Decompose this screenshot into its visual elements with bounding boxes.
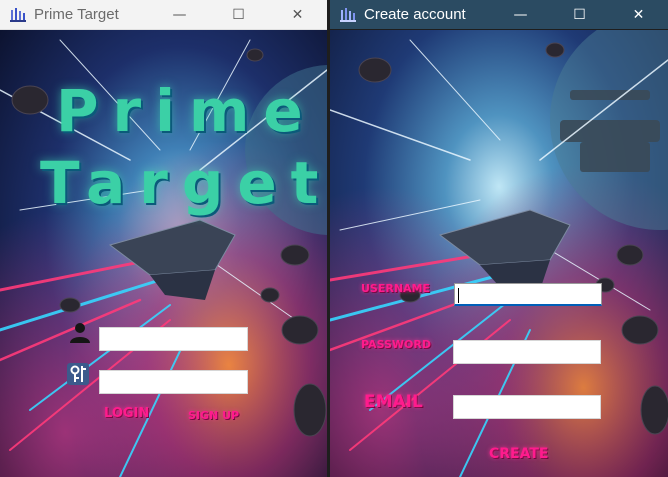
text-cursor — [458, 288, 459, 303]
space-background: USERNAME PASSWORD EMAIL CREATE — [330, 30, 668, 477]
key-icon — [67, 363, 89, 385]
username-label: USERNAME — [361, 282, 431, 295]
maximize-icon: ☐ — [232, 6, 245, 23]
close-button[interactable]: ✕ — [609, 0, 668, 29]
maximize-button[interactable]: ☐ — [550, 0, 609, 29]
email-field[interactable] — [453, 395, 601, 419]
window-title: Create account — [364, 6, 466, 23]
game-title-line1: Prime — [56, 77, 317, 145]
window-title: Prime Target — [34, 6, 119, 23]
minimize-icon: — — [172, 6, 187, 23]
minimize-button[interactable]: — — [491, 0, 550, 29]
app-icon — [340, 7, 356, 22]
title-bar[interactable]: Prime Target — ☐ ✕ — [0, 0, 327, 30]
game-title-line2: Target — [40, 149, 327, 217]
close-icon: ✕ — [291, 6, 304, 23]
new-password-field[interactable] — [453, 340, 601, 364]
email-label: EMAIL — [364, 392, 423, 412]
password-label: PASSWORD — [361, 338, 432, 351]
app-icon — [10, 7, 26, 22]
maximize-button[interactable]: ☐ — [209, 0, 268, 29]
username-field[interactable] — [99, 327, 248, 351]
close-button[interactable]: ✕ — [268, 0, 327, 29]
minimize-icon: — — [513, 6, 528, 23]
create-account-window: Create account — ☐ ✕ USERNAME PASSWORD E… — [330, 0, 668, 477]
close-icon: ✕ — [632, 6, 645, 23]
login-button[interactable]: LOGIN — [104, 406, 149, 421]
create-button[interactable]: CREATE — [489, 446, 548, 462]
minimize-button[interactable]: — — [150, 0, 209, 29]
user-icon — [70, 323, 90, 343]
space-background: Prime Target LOGIN SIGN UP — [0, 30, 327, 477]
password-field[interactable] — [99, 370, 248, 394]
new-username-field[interactable] — [454, 283, 602, 306]
title-bar[interactable]: Create account — ☐ ✕ — [330, 0, 668, 29]
maximize-icon: ☐ — [573, 6, 586, 23]
prime-target-window: Prime Target — ☐ ✕ Prime Target LOGIN SI… — [0, 0, 327, 477]
signup-button[interactable]: SIGN UP — [188, 409, 239, 422]
